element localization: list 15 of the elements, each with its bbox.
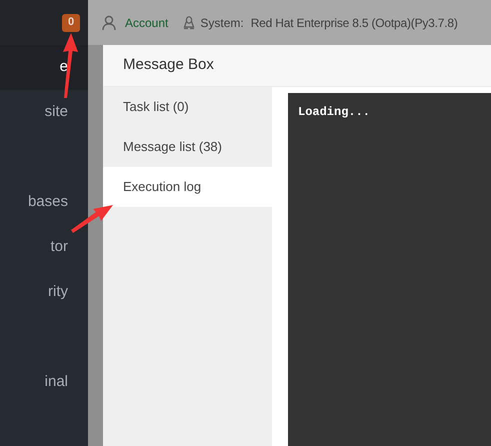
log-text: Loading... bbox=[298, 104, 372, 121]
annotation-arrow bbox=[71, 205, 113, 233]
dialog-tab[interactable]: Execution log bbox=[103, 167, 272, 207]
sidebar-item[interactable]: tor bbox=[0, 225, 88, 270]
sidebar-item[interactable]: site bbox=[0, 90, 88, 135]
sidebar-item[interactable]: bases bbox=[0, 180, 88, 225]
system-value: Red Hat Enterprise 8.5 (Ootpa)(Py3.7.8) bbox=[250, 14, 458, 32]
penguin-icon bbox=[183, 16, 196, 30]
notification-badge[interactable]: 0 bbox=[62, 14, 80, 32]
system-label: System: bbox=[200, 14, 244, 32]
sidebar-item[interactable]: e bbox=[0, 45, 88, 90]
sidebar-item[interactable]: inal bbox=[0, 360, 88, 405]
sidebar-item[interactable]: rity bbox=[0, 270, 88, 315]
dialog-title: Message Box bbox=[123, 55, 214, 76]
user-icon bbox=[102, 15, 116, 30]
